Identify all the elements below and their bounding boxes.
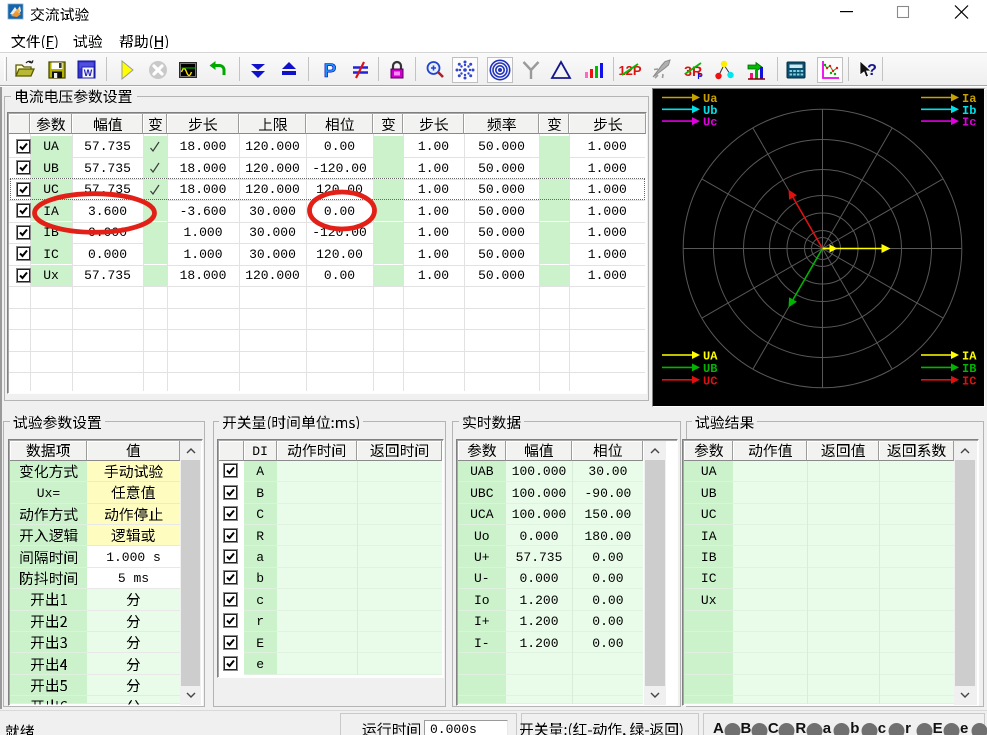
svg-text:Uc: Uc: [703, 116, 717, 130]
svg-text:W: W: [84, 68, 93, 78]
svg-text:12P: 12P: [619, 63, 642, 78]
svg-text:P: P: [324, 61, 337, 81]
svg-text:IC: IC: [962, 374, 976, 388]
svg-text:P: P: [697, 72, 703, 81]
svg-text:?: ?: [867, 62, 877, 79]
svg-text:UC: UC: [703, 374, 717, 388]
svg-text:Ic: Ic: [962, 116, 976, 130]
